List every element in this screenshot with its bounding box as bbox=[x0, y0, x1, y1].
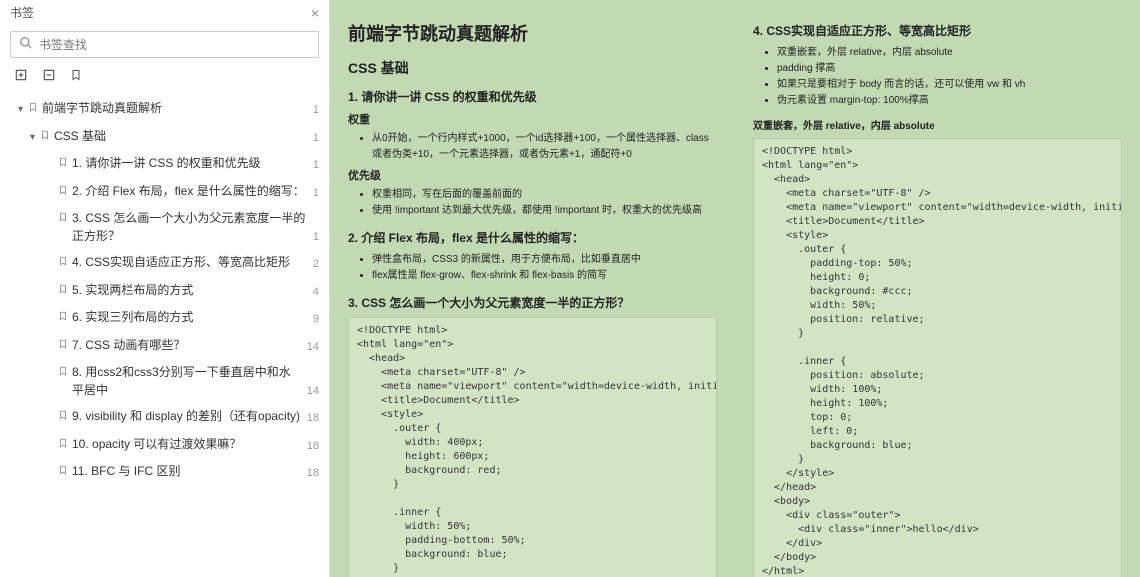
tree-item-page: 2 bbox=[313, 256, 319, 273]
chevron-down-icon: ▾ bbox=[18, 102, 28, 117]
section-heading: CSS 基础 bbox=[348, 58, 717, 78]
tree-item-page: 1 bbox=[313, 185, 319, 202]
code-block-2: <!DOCTYPE html> <html lang="en"> <head> … bbox=[753, 138, 1122, 577]
code-block-1: <!DOCTYPE html> <html lang="en"> <head> … bbox=[348, 317, 717, 577]
bookmark-icon bbox=[58, 310, 72, 328]
tree-item-page: 1 bbox=[313, 229, 319, 246]
tree-item-label: 6. 实现三列布局的方式 bbox=[72, 308, 313, 326]
tree-item-label: 4. CSS实现自适应正方形、等宽高比矩形 bbox=[72, 253, 313, 271]
tree-item-label: 5. 实现两栏布局的方式 bbox=[72, 281, 313, 299]
tree-item[interactable]: 9. visibility 和 display 的差别（还有opacity)18 bbox=[0, 403, 329, 431]
bookmark-icon bbox=[40, 129, 54, 147]
q1-sub2: 优先级 bbox=[348, 167, 717, 183]
tree-item[interactable]: 8. 用css2和css3分别写一下垂直居中和水平居中14 bbox=[0, 359, 329, 403]
tree-item-label: 3. CSS 怎么画一个大小为父元素宽度一半的正方形？ bbox=[72, 209, 313, 245]
q4-list: 双重嵌套，外层 relative，内层 absolute padding 撑高 … bbox=[753, 45, 1122, 109]
tree-section-label: CSS 基础 bbox=[54, 127, 313, 145]
q1-sub1-list: 从0开始，一个行内样式+1000，一个id选择器+100，一个属性选择器、cla… bbox=[348, 131, 717, 163]
bookmark-icon bbox=[58, 184, 72, 202]
collapse-all-icon[interactable] bbox=[42, 68, 56, 85]
tree-item-label: 1. 请你讲一讲 CSS 的权重和优先级 bbox=[72, 154, 313, 172]
list-item: 权重相同，写在后面的覆盖前面的 bbox=[372, 187, 717, 203]
bookmark-icon bbox=[58, 211, 72, 229]
tree-item-label: 10. opacity 可以有过渡效果嘛？ bbox=[72, 435, 307, 453]
bookmark-icon bbox=[58, 437, 72, 455]
search-box[interactable] bbox=[10, 31, 319, 58]
tree-item-page: 18 bbox=[307, 438, 319, 455]
tree-item[interactable]: 2. 介绍 Flex 布局，flex 是什么属性的缩写：1 bbox=[0, 178, 329, 206]
bookmark-tool-icon[interactable] bbox=[70, 68, 82, 85]
tree-root-label: 前端字节跳动真题解析 bbox=[42, 99, 313, 117]
tree-item-label: 8. 用css2和css3分别写一下垂直居中和水平居中 bbox=[72, 363, 307, 399]
tree-item-label: 9. visibility 和 display 的差别（还有opacity) bbox=[72, 407, 307, 425]
tree-item-page: 14 bbox=[307, 383, 319, 400]
document-viewport: 前端字节跳动真题解析 CSS 基础 1. 请你讲一讲 CSS 的权重和优先级 权… bbox=[330, 0, 1140, 577]
q2-title: 2. 介绍 Flex 布局，flex 是什么属性的缩写： bbox=[348, 229, 717, 246]
q1-sub1: 权重 bbox=[348, 111, 717, 127]
search-wrap bbox=[0, 25, 329, 64]
sidebar-header: 书签 × bbox=[0, 0, 329, 25]
search-input[interactable] bbox=[39, 38, 310, 52]
sidebar-title: 书签 bbox=[10, 4, 34, 21]
tree-section-page: 1 bbox=[313, 130, 319, 147]
tree-item-label: 2. 介绍 Flex 布局，flex 是什么属性的缩写： bbox=[72, 182, 313, 200]
tree-item[interactable]: 3. CSS 怎么画一个大小为父元素宽度一半的正方形？1 bbox=[0, 205, 329, 249]
bookmarks-sidebar: 书签 × ▾ 前端字节跳动真题解析 1 ▾ CSS 基础 1 1. 请你讲一讲 … bbox=[0, 0, 330, 577]
tree-section[interactable]: ▾ CSS 基础 1 bbox=[0, 123, 329, 151]
chevron-down-icon: ▾ bbox=[30, 130, 40, 145]
tree-item-page: 14 bbox=[307, 339, 319, 356]
method1-heading: 双重嵌套，外层 relative，内层 absolute bbox=[753, 117, 1122, 132]
q2-list: 弹性盒布局，CSS3 的新属性，用于方便布局，比如垂直居中 flex属性是 fl… bbox=[348, 252, 717, 284]
sidebar-toolbar bbox=[0, 64, 329, 95]
q1-sub2-list: 权重相同，写在后面的覆盖前面的 使用 !important 达到最大优先级，都使… bbox=[348, 187, 717, 219]
list-item: flex属性是 flex-grow、flex-shrink 和 flex-bas… bbox=[372, 268, 717, 284]
list-item: 使用 !important 达到最大优先级，都使用 !important 时，权… bbox=[372, 203, 717, 219]
tree-item-page: 9 bbox=[313, 311, 319, 328]
q3-title: 3. CSS 怎么画一个大小为父元素宽度一半的正方形？ bbox=[348, 294, 717, 311]
page-column-right: 4. CSS实现自适应正方形、等宽高比矩形 双重嵌套，外层 relative，内… bbox=[735, 0, 1140, 577]
bookmark-icon bbox=[58, 338, 72, 356]
bookmark-icon bbox=[58, 156, 72, 174]
tree-item[interactable]: 7. CSS 动画有哪些？14 bbox=[0, 332, 329, 360]
tree-item[interactable]: 11. BFC 与 IFC 区别18 bbox=[0, 458, 329, 486]
bookmark-icon bbox=[28, 101, 42, 119]
tree-root[interactable]: ▾ 前端字节跳动真题解析 1 bbox=[0, 95, 329, 123]
bookmark-icon bbox=[58, 283, 72, 301]
search-icon bbox=[19, 36, 33, 53]
list-item: 双重嵌套，外层 relative，内层 absolute bbox=[777, 45, 1122, 61]
doc-title: 前端字节跳动真题解析 bbox=[348, 20, 717, 46]
tree-item-page: 4 bbox=[313, 284, 319, 301]
q1-title: 1. 请你讲一讲 CSS 的权重和优先级 bbox=[348, 88, 717, 105]
tree-root-page: 1 bbox=[313, 102, 319, 119]
list-item: padding 撑高 bbox=[777, 61, 1122, 77]
bookmark-icon bbox=[58, 255, 72, 273]
tree-item-page: 18 bbox=[307, 465, 319, 482]
bookmark-tree: ▾ 前端字节跳动真题解析 1 ▾ CSS 基础 1 1. 请你讲一讲 CSS 的… bbox=[0, 95, 329, 577]
tree-item-page: 1 bbox=[313, 157, 319, 174]
list-item: 如果只是要相对于 body 而言的话，还可以使用 vw 和 vh bbox=[777, 77, 1122, 93]
q4-title: 4. CSS实现自适应正方形、等宽高比矩形 bbox=[753, 22, 1122, 39]
tree-item[interactable]: 4. CSS实现自适应正方形、等宽高比矩形2 bbox=[0, 249, 329, 277]
list-item: 弹性盒布局，CSS3 的新属性，用于方便布局，比如垂直居中 bbox=[372, 252, 717, 268]
bookmark-icon bbox=[58, 464, 72, 482]
tree-item-label: 7. CSS 动画有哪些？ bbox=[72, 336, 307, 354]
tree-item-page: 18 bbox=[307, 410, 319, 427]
page-column-left: 前端字节跳动真题解析 CSS 基础 1. 请你讲一讲 CSS 的权重和优先级 权… bbox=[330, 0, 735, 577]
tree-item[interactable]: 10. opacity 可以有过渡效果嘛？18 bbox=[0, 431, 329, 459]
tree-item[interactable]: 1. 请你讲一讲 CSS 的权重和优先级1 bbox=[0, 150, 329, 178]
tree-item[interactable]: 5. 实现两栏布局的方式4 bbox=[0, 277, 329, 305]
tree-item[interactable]: 6. 实现三列布局的方式9 bbox=[0, 304, 329, 332]
bookmark-icon bbox=[58, 365, 72, 383]
expand-all-icon[interactable] bbox=[14, 68, 28, 85]
list-item: 从0开始，一个行内样式+1000，一个id选择器+100，一个属性选择器、cla… bbox=[372, 131, 717, 163]
tree-item-label: 11. BFC 与 IFC 区别 bbox=[72, 462, 307, 480]
bookmark-icon bbox=[58, 409, 72, 427]
list-item: 伪元素设置 margin-top: 100%撑高 bbox=[777, 93, 1122, 109]
close-icon[interactable]: × bbox=[311, 5, 319, 21]
